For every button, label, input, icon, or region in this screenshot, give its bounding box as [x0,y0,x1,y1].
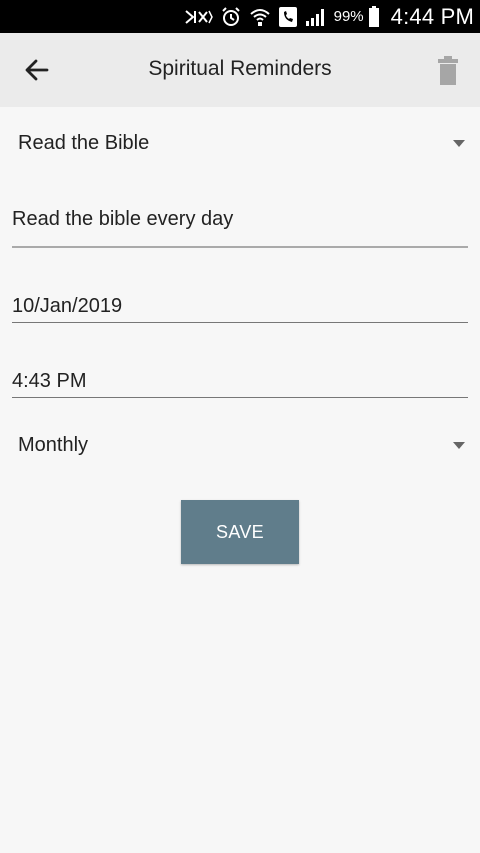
status-bar: 99% 4:44 PM [0,0,480,33]
description-underline [12,246,468,248]
time-underline [12,397,468,398]
description-input[interactable] [12,199,468,239]
description-field[interactable] [12,199,468,248]
delete-button[interactable] [434,56,462,86]
trash-icon [438,56,458,85]
dropdown-caret-icon [453,442,465,449]
frequency-dropdown[interactable]: Monthly [12,426,468,466]
status-time: 4:44 PM [390,3,474,29]
app-bar: Spiritual Reminders [0,33,480,107]
date-input[interactable] [12,286,468,326]
wifi-icon [249,6,271,28]
alarm-icon [220,6,242,28]
battery-percent: 99% [333,8,364,25]
mute-icon [183,6,213,28]
phone-call-icon [278,6,298,28]
category-selected: Read the Bible [18,132,150,154]
dropdown-caret-icon [453,140,465,147]
frequency-selected: Monthly [18,434,89,456]
time-field[interactable] [12,361,468,401]
date-field[interactable] [12,286,468,326]
save-button[interactable]: SAVE [181,500,299,564]
page-title: Spiritual Reminders [148,57,332,80]
time-input[interactable] [12,361,468,401]
battery-icon [368,5,380,28]
signal-icon [305,6,327,28]
category-dropdown[interactable]: Read the Bible [12,124,468,164]
date-underline [12,322,468,323]
